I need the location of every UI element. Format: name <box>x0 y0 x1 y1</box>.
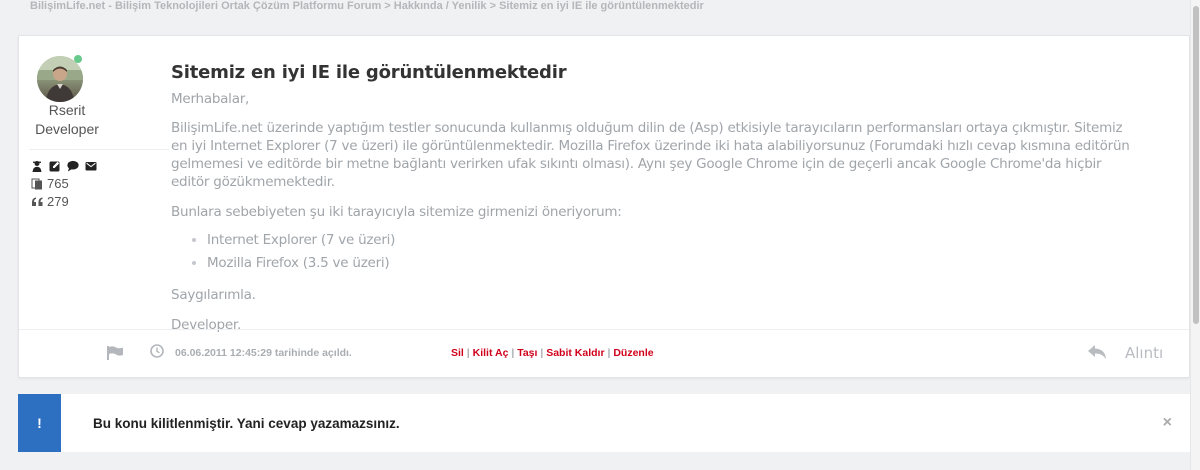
delete-link[interactable]: Sil <box>451 347 464 359</box>
author-divider <box>29 149 169 150</box>
comment-icon[interactable] <box>67 159 79 172</box>
quote-count-value: 279 <box>47 194 69 209</box>
browser-list: Internet Explorer (7 ve üzeri) Mozilla F… <box>207 231 1141 272</box>
post-paragraph: Bunlara sebebiyeten şu iki tarayıcıyla s… <box>171 204 622 220</box>
post-closing: Saygılarımla. <box>171 287 256 303</box>
post-count-value: 765 <box>47 176 69 191</box>
breadcrumb: BilişimLife.net - Bilişim Teknolojileri … <box>30 0 704 14</box>
author-name[interactable]: Rserit <box>19 101 115 119</box>
move-link[interactable]: Taşı <box>517 347 537 359</box>
exclamation-icon: ! <box>18 394 61 452</box>
scrollbar[interactable] <box>1190 0 1200 470</box>
user-secret-icon[interactable] <box>31 159 43 172</box>
flag-icon[interactable] <box>107 346 123 360</box>
quote-left-icon <box>32 197 43 206</box>
list-item: Internet Explorer (7 ve üzeri) <box>207 231 1141 249</box>
author-role: Developer <box>35 121 99 137</box>
action-separator: | <box>537 347 547 359</box>
close-icon[interactable]: × <box>1163 414 1172 432</box>
envelope-icon[interactable] <box>85 159 97 171</box>
breadcrumb-separator: > <box>486 0 500 12</box>
action-separator: | <box>463 347 473 359</box>
post-title: Sitemiz en iyi IE ile görüntülenmektedir <box>171 62 567 83</box>
online-status-dot <box>74 55 82 63</box>
clock-icon <box>150 344 164 358</box>
pages-icon <box>31 178 42 190</box>
scrollbar-thumb[interactable] <box>1193 6 1199 324</box>
unpin-link[interactable]: Sabit Kaldır <box>546 347 604 359</box>
post-footer: 06.06.2011 12:45:29 tarihinde açıldı. Si… <box>19 329 1189 377</box>
list-item: Mozilla Firefox (3.5 ve üzeri) <box>207 254 1141 272</box>
breadcrumb-home[interactable]: BilişimLife.net - Bilişim Teknolojileri … <box>30 0 381 12</box>
reply-icon[interactable] <box>1087 343 1107 361</box>
locked-notice: ! Bu konu kilitlenmiştir. Yani cevap yaz… <box>18 394 1190 452</box>
author-action-icons <box>31 158 97 172</box>
post-date: 06.06.2011 12:45:29 tarihinde açıldı. <box>175 347 352 359</box>
breadcrumb-category[interactable]: Hakkında / Yenilik <box>394 0 487 12</box>
post-paragraph: BilişimLife.net üzerinde yaptığım testle… <box>171 120 1130 190</box>
quote-count-stat: 279 <box>31 194 69 210</box>
moderation-actions: Sil | Kilit Aç | Taşı | Sabit Kaldır | D… <box>451 347 654 359</box>
notice-text: Bu konu kilitlenmiştir. Yani cevap yazam… <box>93 416 400 431</box>
breadcrumb-current[interactable]: Sitemiz en iyi IE ile görüntülenmektedir <box>499 0 704 12</box>
post-body: Merhabalar, BilişimLife.net üzerinde yap… <box>171 90 1141 346</box>
edit-icon[interactable] <box>49 159 61 172</box>
edit-link[interactable]: Düzenle <box>613 347 653 359</box>
post-count-stat: 765 <box>31 176 69 192</box>
unlock-link[interactable]: Kilit Aç <box>473 347 509 359</box>
action-separator: | <box>508 347 518 359</box>
post-card: Rserit Developer 765 279 Sitemiz en iyi … <box>18 35 1190 378</box>
breadcrumb-separator: > <box>381 0 394 12</box>
quote-button[interactable]: Alıntı <box>1125 344 1163 362</box>
post-greeting: Merhabalar, <box>171 91 250 107</box>
